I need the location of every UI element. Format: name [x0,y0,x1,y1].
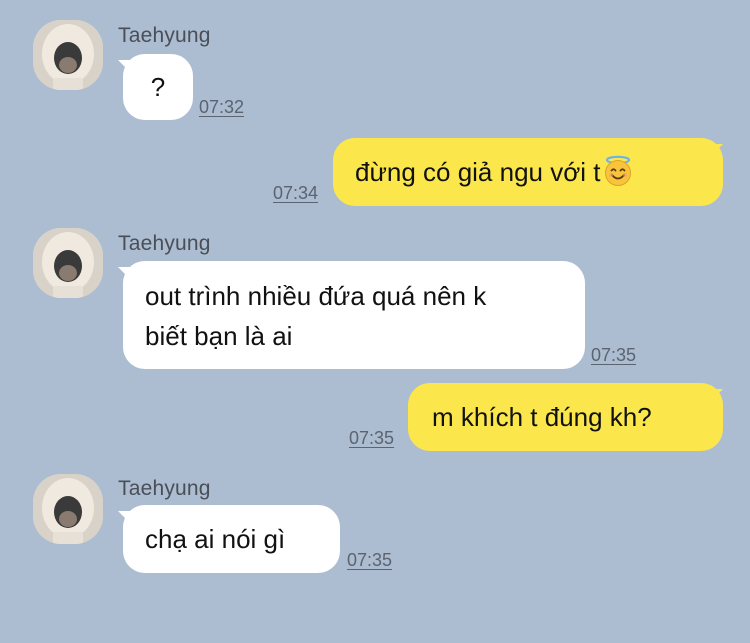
bubble-tail [709,144,723,158]
message-bubble-outgoing[interactable]: m khích t đúng kh? [408,383,723,451]
message-text-line: out trình nhiều đứa quá nên k [145,281,487,311]
message-text-line: biết bạn là ai [145,321,293,351]
sender-name: Taehyung [118,24,211,47]
sender-name: Taehyung [118,232,211,255]
message-timestamp: 07:35 [349,428,395,448]
message-bubble-incoming[interactable]: out trình nhiều đứa quá nên k biết bạn l… [123,261,585,369]
avatar-photo [33,228,103,298]
message-bubble-incoming[interactable]: chạ ai nói gì [123,505,340,573]
smiling-face-with-halo-emoji [604,155,631,186]
sender-name: Taehyung [118,477,211,500]
bubble-tail [709,389,723,403]
message-timestamp: 07:32 [199,97,245,117]
avatar[interactable] [33,228,103,298]
avatar[interactable] [33,474,103,544]
message-text: đừng có giả ngu với t [355,157,601,187]
avatar-photo [33,20,103,90]
avatar-photo [33,474,103,544]
message-timestamp: 07:35 [591,345,637,365]
avatar[interactable] [33,20,103,90]
message-timestamp: 07:34 [273,183,319,203]
message-bubble-outgoing[interactable]: đừng có giả ngu với t [333,138,723,206]
message-text: chạ ai nói gì [145,524,286,554]
message-text: m khích t đúng kh? [432,402,652,432]
message-timestamp: 07:35 [347,550,393,570]
message-text: ? [150,72,166,102]
message-bubble-incoming[interactable]: ? [123,54,193,120]
